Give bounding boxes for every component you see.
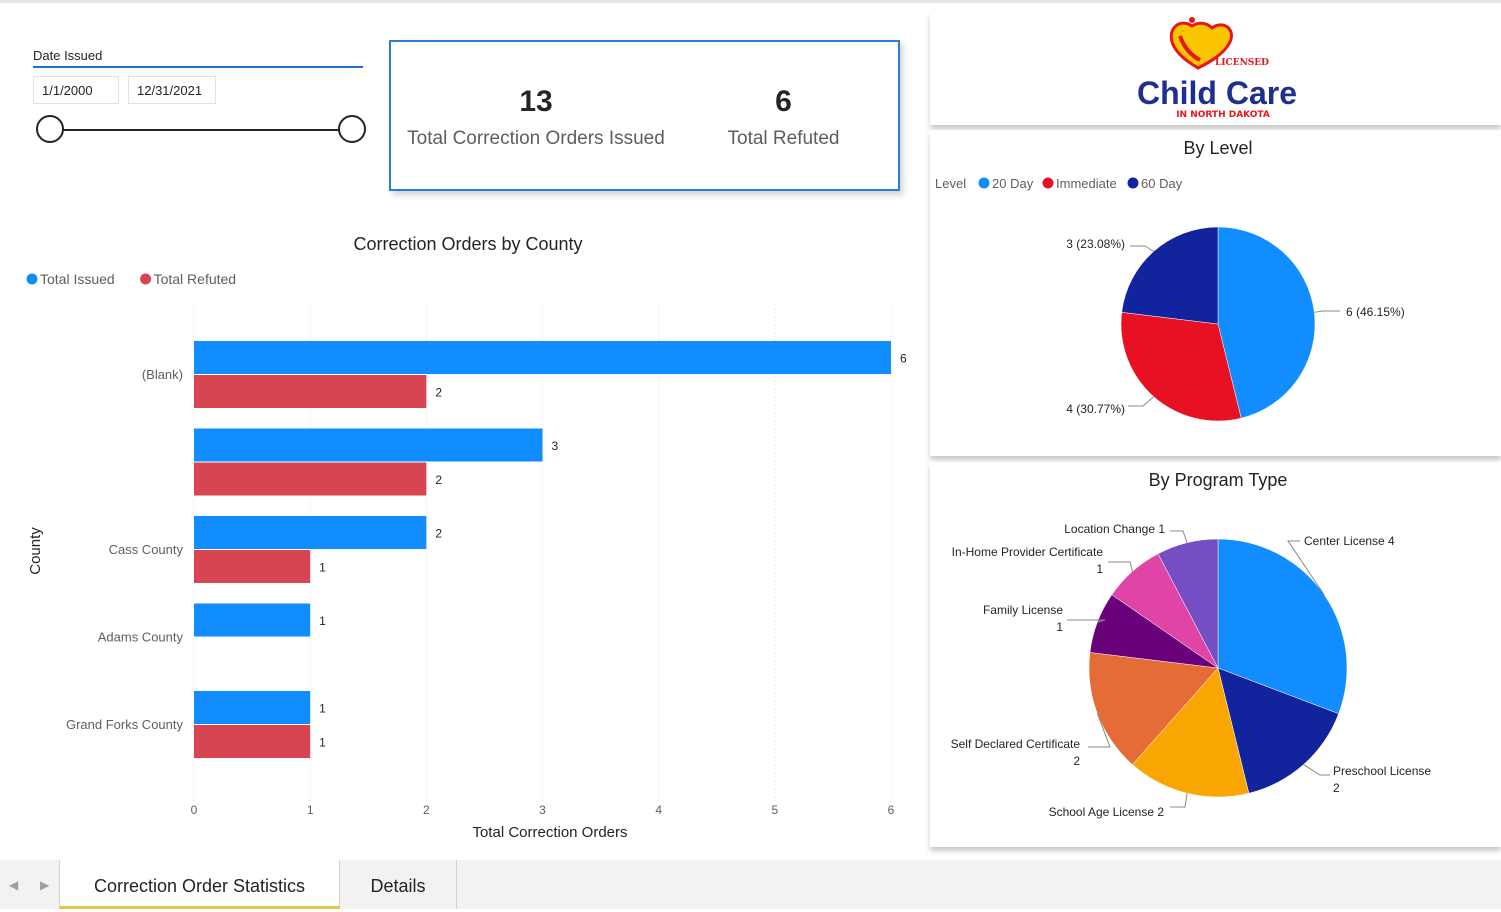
pie-leader-line: [1128, 396, 1155, 407]
next-page-icon[interactable]: ▶: [40, 878, 49, 892]
by-program-type-pie-svg: By Program Type Center License 4 Preschool…: [951, 470, 1432, 819]
logo-sub-text: IN NORTH DAKOTA: [1176, 110, 1270, 120]
bar-refuted: [194, 462, 427, 496]
bar-data-label: 1: [319, 614, 326, 628]
by-level-title: By Level: [1183, 138, 1252, 158]
pie-leader-line: [1170, 530, 1188, 543]
kpi-total-refuted: 6 Total Refuted: [676, 84, 891, 150]
pie-data-label: 3 (23.08%): [1066, 237, 1125, 251]
pie-data-label: 2: [1073, 754, 1080, 768]
pie-data-label: Family License: [983, 603, 1063, 617]
bar-issued: [194, 341, 891, 374]
bar-data-label: 2: [435, 527, 442, 541]
pie-data-label: 6 (46.15%): [1346, 305, 1405, 319]
county-bar-chart[interactable]: Correction Orders by County Total Issued T…: [0, 222, 925, 847]
pie-data-label: 1: [1056, 620, 1063, 634]
kpi-card: 13 Total Correction Orders Issued 6 Tota…: [389, 40, 900, 191]
level-legend-label-1: Immediate: [1056, 176, 1117, 191]
pie-leader-line: [1170, 793, 1188, 808]
child-care-logo: LICENSED Child Care IN NORTH DAKOTA: [1137, 17, 1297, 120]
bar-issued: [194, 603, 311, 637]
bar-data-label: 1: [319, 561, 326, 575]
legend-marker-1: [140, 273, 152, 285]
bar-data-label: 2: [435, 386, 442, 400]
by-level-panel[interactable]: By Level Level 20 Day Immediate 60 Day 6 (46.…: [930, 130, 1501, 456]
pie-leader-line: [1130, 245, 1154, 252]
y-category-label: (Blank): [142, 367, 183, 382]
chart-title: Correction Orders by County: [353, 234, 582, 254]
pie-leader-line: [1314, 310, 1340, 313]
date-to-input[interactable]: 12/31/2021: [128, 76, 216, 104]
top-border: [0, 0, 1501, 3]
bar-issued: [194, 691, 311, 724]
level-legend-label-2: 60 Day: [1141, 176, 1183, 191]
tab-correction-order-statistics[interactable]: Correction Order Statistics: [59, 860, 340, 909]
logo-main-text: Child Care: [1137, 75, 1297, 111]
bar-data-label: 1: [319, 702, 326, 716]
x-axis-title: Total Correction Orders: [472, 824, 627, 841]
x-tick-label: 1: [307, 803, 314, 817]
level-legend-marker-2: [1127, 177, 1139, 189]
level-legend-label-0: 20 Day: [992, 176, 1034, 191]
by-program-type-panel[interactable]: By Program Type Center License 4 Preschool…: [930, 462, 1501, 847]
pie-data-label: 2: [1333, 781, 1340, 795]
date-slider-track[interactable]: [51, 129, 353, 131]
x-tick-label: 0: [191, 803, 198, 817]
pie-data-label: 1: [1096, 562, 1103, 576]
pie-data-label: Center License 4: [1304, 534, 1395, 548]
pie-data-label: In-Home Provider Certificate: [952, 545, 1104, 559]
pie-data-label: Self Declared Certificate: [951, 737, 1081, 751]
by-level-pie-svg: By Level Level 20 Day Immediate 60 Day 6 (46.…: [935, 138, 1405, 422]
pie-leader-line: [1108, 561, 1133, 572]
y-axis-title: County: [27, 527, 44, 575]
legend-label-1: Total Refuted: [154, 271, 237, 287]
bar-data-label: 1: [319, 736, 326, 750]
by-program-type-title: By Program Type: [1149, 470, 1288, 490]
slider-start-handle[interactable]: [36, 115, 64, 143]
bar-refuted: [194, 550, 311, 583]
pie-data-label: Location Change 1: [1064, 522, 1165, 536]
y-category-label: Grand Forks County: [66, 717, 184, 732]
by-level-legend-title: Level: [935, 176, 966, 191]
x-tick-label: 3: [539, 803, 546, 817]
logo-panel: LICENSED Child Care IN NORTH DAKOTA: [930, 12, 1501, 125]
bar-refuted: [194, 375, 427, 408]
pie-slice-60-day: [1121, 226, 1219, 325]
slider-end-handle[interactable]: [338, 115, 366, 143]
bar-refuted: [194, 725, 311, 758]
kpi-total-refuted-value: 6: [775, 85, 792, 118]
previous-page-icon[interactable]: ◀: [9, 878, 18, 892]
bar-data-label: 3: [552, 439, 559, 453]
kpi-total-issued-label: Total Correction Orders Issued: [407, 128, 665, 149]
x-tick-label: 5: [771, 803, 778, 817]
pie-leader-line: [1303, 764, 1330, 776]
pie-data-label: 4 (30.77%): [1066, 402, 1125, 416]
slicer-underline: [33, 66, 363, 68]
pie-data-label: School Age License 2: [1049, 805, 1165, 819]
kpi-total-issued-value: 13: [519, 85, 553, 118]
pie-data-label: Preschool License: [1333, 764, 1431, 778]
bar-data-label: 2: [435, 473, 442, 487]
level-legend-marker-1: [1042, 177, 1054, 189]
bar-data-label: 6: [900, 352, 907, 366]
bar-issued: [194, 516, 427, 549]
kpi-total-issued: 13 Total Correction Orders Issued: [401, 84, 671, 150]
x-tick-label: 2: [423, 803, 430, 817]
level-legend-marker-0: [978, 177, 990, 189]
kpi-total-refuted-label: Total Refuted: [727, 128, 840, 149]
legend-marker-0: [26, 273, 38, 285]
x-tick-label: 6: [888, 803, 895, 817]
legend-label-0: Total Issued: [40, 271, 115, 287]
page-tab-bar: ◀ ▶ Correction Order Statistics Details: [0, 860, 1501, 909]
tab-details[interactable]: Details: [340, 860, 457, 909]
bar-issued: [194, 428, 543, 462]
date-slicer: Date Issued 1/1/2000 12/31/2021: [33, 44, 373, 154]
y-category-label: Cass County: [109, 542, 184, 557]
y-category-label: Adams County: [98, 630, 184, 645]
county-bar-chart-svg: Correction Orders by County Total Issued T…: [26, 234, 907, 841]
logo-licensed-text: LICENSED: [1215, 58, 1269, 68]
x-tick-label: 4: [655, 803, 662, 817]
slicer-title: Date Issued: [33, 48, 103, 63]
date-from-input[interactable]: 1/1/2000: [33, 76, 119, 104]
